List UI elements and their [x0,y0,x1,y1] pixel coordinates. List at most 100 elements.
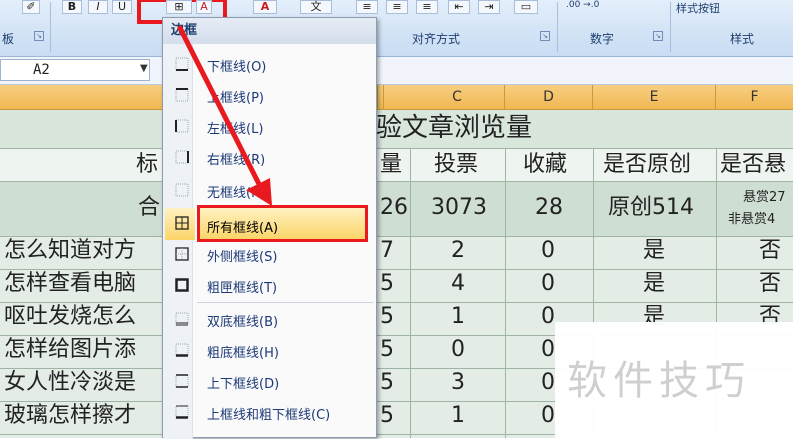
summary-cell-c[interactable]: 3073 [431,193,487,223]
bold-button[interactable]: B [62,0,82,14]
data-cell-f[interactable]: 否 [759,269,781,299]
header-cell-f[interactable]: 是否悬 [720,150,793,180]
header-cell-a[interactable]: 标 [136,150,158,180]
menu-item-top-bottom-border[interactable]: 上下框线(D) [165,367,374,397]
data-cell-b[interactable]: 5 [380,269,394,299]
data-cell-a[interactable]: 怎样给图片添 [4,335,160,365]
data-cell-b[interactable]: 7 [380,236,394,266]
menu-item-top-thick-bottom-border[interactable]: 上框线和粗下框线(C) [165,398,374,428]
data-cell-a[interactable]: 女人性冷淡是 [4,368,160,398]
all-borders-icon [175,216,189,230]
alignment-group-label: 对齐方式 [412,32,461,46]
summary-cell-a[interactable]: 合 [138,193,160,223]
column-header-b[interactable] [378,85,384,109]
data-cell-c[interactable]: 2 [451,236,465,266]
data-cell-d[interactable]: 0 [541,269,555,299]
separator [50,2,51,52]
menu-item-left-border[interactable]: 左框线(L) [165,112,374,142]
summary-cell-f-line1[interactable]: 悬赏27 [743,186,786,205]
menu-item-label: 上下框线(D) [207,377,280,392]
header-cell-d[interactable]: 收藏 [523,150,567,180]
data-cell-c[interactable]: 4 [451,269,465,299]
data-cell-c[interactable]: 1 [451,302,465,332]
data-cell-c[interactable]: 3 [451,368,465,398]
data-cell-c[interactable]: 0 [451,335,465,365]
border-top-icon [175,88,189,102]
menu-item-label: 上框线和粗下框线(C) [207,408,331,423]
clipboard-group-label: 板 [2,32,15,46]
underline-button[interactable]: U [112,0,132,14]
summary-cell-e[interactable]: 原创514 [608,193,694,223]
name-box-dropdown-icon[interactable]: ▼ [140,63,148,74]
number-launcher[interactable]: ↘ [653,31,663,41]
data-cell-c[interactable]: 1 [451,401,465,431]
menu-item-all-borders[interactable]: 所有框线(A) [174,205,368,242]
watermark-text: 软件技巧 [567,358,751,404]
phonetic-button[interactable]: 文 [300,0,332,14]
data-cell-d[interactable]: 0 [541,335,555,365]
data-cell-e[interactable]: 是 [643,236,665,266]
format-painter-button[interactable]: ✐ [22,0,40,14]
font-color-button[interactable]: A [253,0,277,14]
sheet-title[interactable]: 验文章浏览量 [376,113,532,143]
grid-line [0,181,793,182]
data-cell-d[interactable]: 0 [541,368,555,398]
column-header-d[interactable]: D [505,85,593,109]
menu-item-no-border[interactable]: 无框线(N) [165,176,374,206]
data-cell-a[interactable]: 怎样查看电脑 [4,269,160,299]
summary-cell-b[interactable]: 26 [380,193,408,223]
data-cell-f[interactable]: 否 [759,236,781,266]
italic-button[interactable]: I [88,0,108,14]
decrease-indent-button[interactable]: ⇤ [448,0,470,14]
header-cell-b[interactable]: 量 [380,150,402,180]
borders-button[interactable]: ⊞ [166,0,192,14]
column-header-c[interactable]: C [410,85,505,109]
data-cell-b[interactable]: 5 [380,368,394,398]
menu-item-label: 粗匣框线(T) [207,281,278,296]
menu-item-thick-box-border[interactable]: 粗匣框线(T) [165,271,374,301]
align-middle-button[interactable]: ≡ [386,0,408,14]
menu-item-thick-bottom-border[interactable]: 粗底框线(H) [165,336,374,366]
grid-line [0,269,793,270]
clipboard-launcher[interactable]: ↘ [34,31,44,41]
header-cell-c[interactable]: 投票 [434,150,478,180]
menu-item-label: 下框线(O) [207,60,267,75]
menu-item-top-border[interactable]: 上框线(P) [165,81,374,111]
data-cell-b[interactable]: 5 [380,302,394,332]
data-cell-b[interactable]: 5 [380,401,394,431]
column-header-e[interactable]: E [593,85,716,109]
menu-item-double-bottom-border[interactable]: 双底框线(B) [165,305,374,335]
data-cell-d[interactable]: 0 [541,236,555,266]
grid-line [0,236,793,237]
data-cell-d[interactable]: 0 [541,302,555,332]
header-cell-e[interactable]: 是否原创 [603,150,691,180]
menu-item-right-border[interactable]: 右框线(R) [165,143,374,173]
outside-borders-icon [175,247,189,261]
data-cell-b[interactable]: 5 [380,335,394,365]
data-cell-a[interactable]: 玻璃怎样擦才 [4,401,160,431]
data-cell-d[interactable]: 0 [541,401,555,431]
align-top-button[interactable]: ≡ [356,0,378,14]
menu-item-label: 粗底框线(H) [207,346,279,361]
merge-center-button[interactable]: ▭ [514,0,538,14]
column-header-f[interactable]: F [716,85,793,109]
increase-indent-button[interactable]: ⇥ [478,0,500,14]
data-cell-e[interactable]: 是 [643,269,665,299]
cell-styles-button[interactable]: 样式按钮 [676,0,786,15]
alignment-launcher[interactable]: ↘ [540,31,550,41]
column-header: A C D E F [0,85,793,110]
border-bottom-icon [175,57,189,71]
menu-item-bottom-border[interactable]: 下框线(O) [165,50,374,80]
summary-cell-f-line2[interactable]: 非悬赏4 [728,208,775,227]
menu-item-outside-borders[interactable]: 外侧框线(S) [165,240,374,270]
data-cell-a[interactable]: 怎么知道对方 [4,236,160,266]
menu-item-label: 左框线(L) [207,122,264,137]
name-box[interactable]: A2 [0,59,150,81]
align-bottom-button[interactable]: ≡ [416,0,438,14]
data-cell-a[interactable]: 呕吐发烧怎么 [4,302,160,332]
decimal-buttons[interactable]: .00 →.0 [566,0,632,20]
grid-line [410,148,411,438]
thick-bottom-border-icon [175,343,189,357]
fill-color-button[interactable]: A [196,0,212,14]
summary-cell-d[interactable]: 28 [535,193,563,223]
